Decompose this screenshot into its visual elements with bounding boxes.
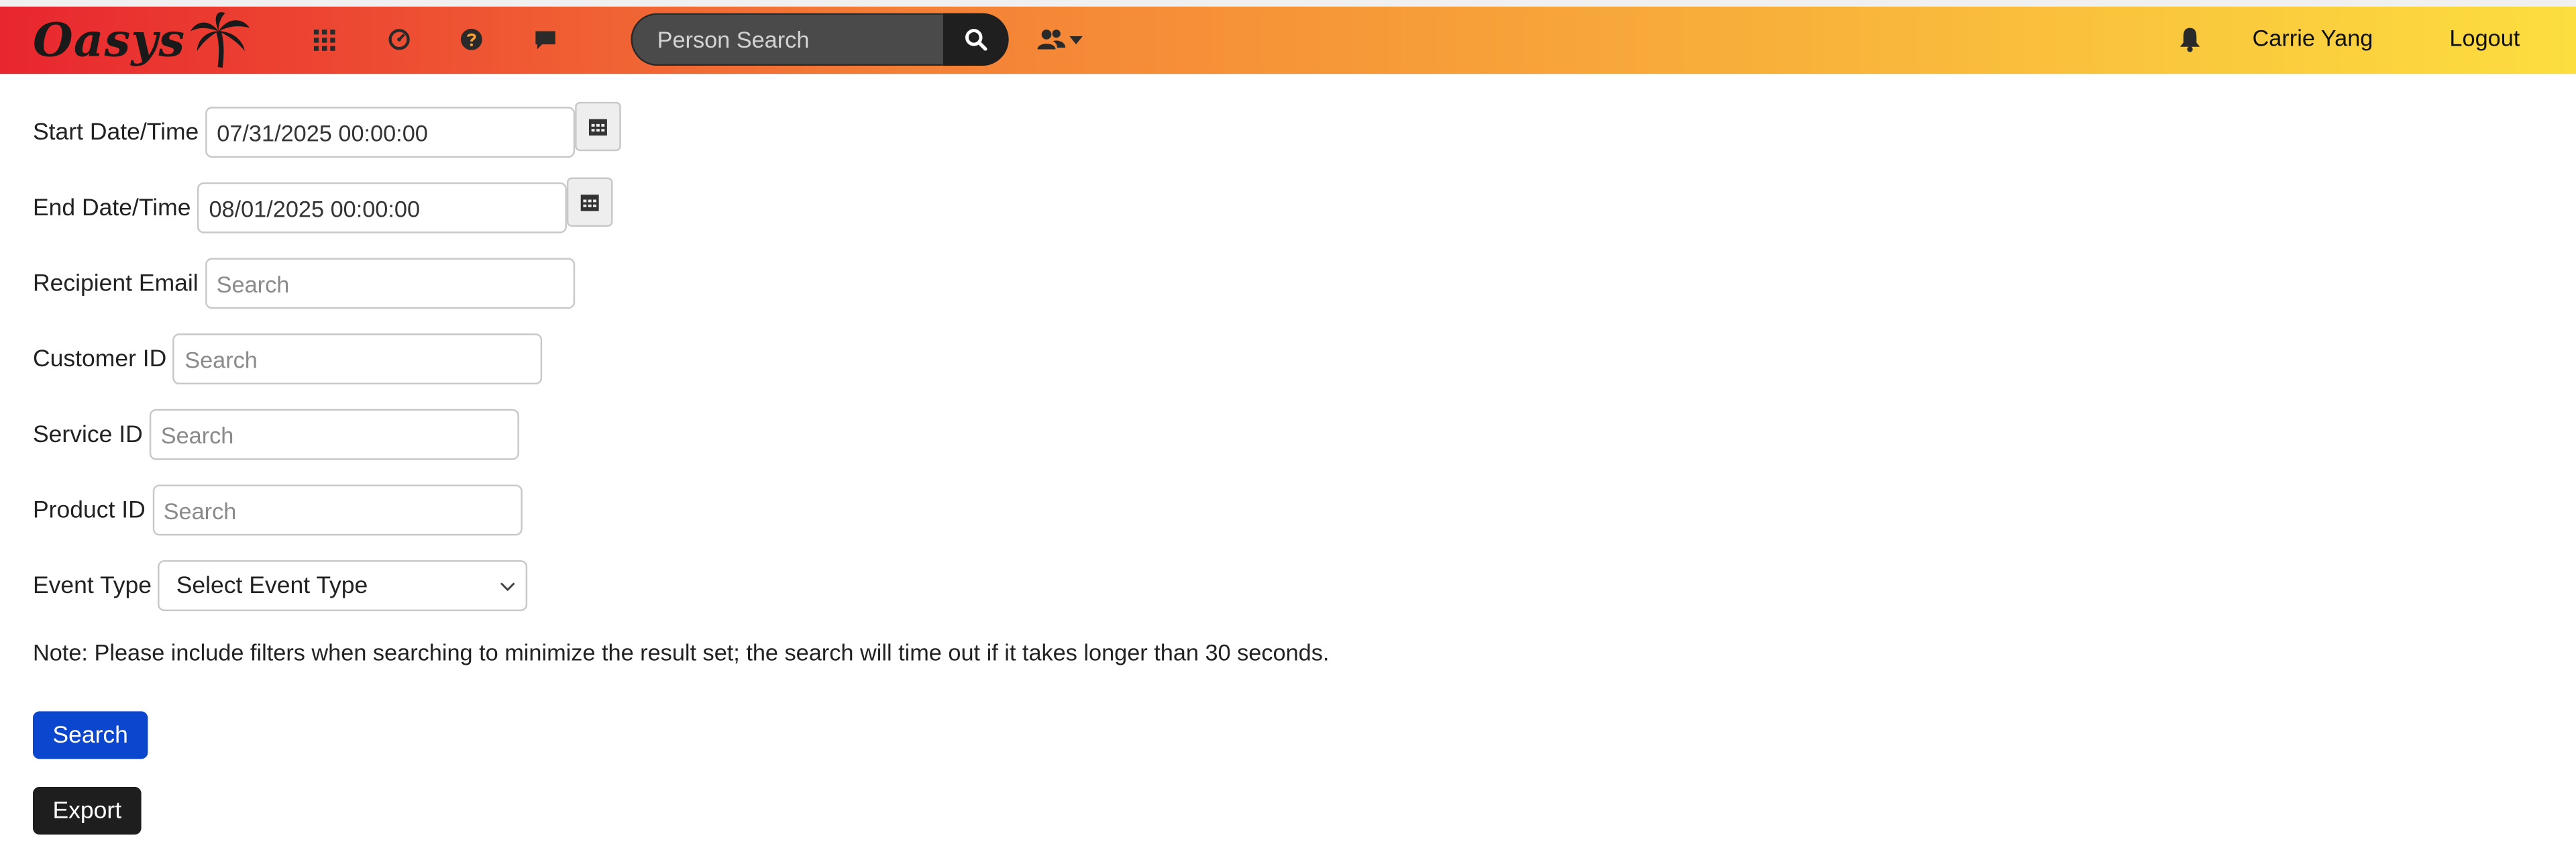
event-type-selected: Select Event Type [176, 572, 368, 599]
event-type-select[interactable]: Select Event Type [158, 560, 528, 612]
caret-down-icon [1069, 35, 1083, 44]
search-note: Note: Please include filters when search… [32, 639, 1330, 665]
product-id-input[interactable] [152, 484, 522, 536]
person-search-button[interactable] [943, 13, 1009, 66]
customer-id-label: Customer ID [32, 345, 167, 372]
end-datetime-label: End Date/Time [32, 195, 191, 221]
event-type-row: Event Type Select Event Type [32, 560, 528, 612]
calendar-icon [581, 193, 600, 211]
chevron-down-icon [500, 582, 516, 591]
start-calendar-button[interactable] [575, 101, 621, 151]
search-icon [965, 29, 987, 51]
apps-grid-icon[interactable] [309, 25, 338, 54]
service-id-input[interactable] [149, 409, 519, 460]
recipient-email-row: Recipient Email [33, 258, 575, 309]
person-search [631, 13, 1009, 66]
user-name[interactable]: Carrie Yang [2253, 25, 2373, 51]
top-navbar: Oasys Person Search Carrie Yang Logout [0, 6, 2576, 74]
chat-icon[interactable] [531, 25, 560, 54]
bell-icon[interactable] [2178, 26, 2201, 52]
start-datetime-label: Start Date/Time [32, 119, 199, 146]
logo[interactable]: Oasys [33, 11, 251, 70]
palm-tree-icon [190, 12, 250, 68]
start-datetime-row: Start Date/Time [32, 101, 621, 158]
top-border [0, 0, 2576, 7]
logo-text: Oasys [32, 13, 186, 68]
start-datetime-input[interactable] [205, 107, 576, 158]
customer-id-input[interactable] [173, 333, 543, 385]
help-icon[interactable] [457, 25, 486, 54]
end-datetime-input[interactable] [197, 182, 568, 233]
logout-link[interactable]: Logout [2449, 25, 2520, 51]
search-button[interactable]: Search [32, 711, 148, 759]
product-id-label: Product ID [32, 496, 146, 524]
service-id-label: Service ID [32, 421, 143, 448]
event-type-label: Event Type [32, 572, 152, 599]
export-button[interactable]: Export [32, 787, 142, 835]
product-id-row: Product ID [32, 484, 522, 536]
person-search-input[interactable] [631, 13, 943, 66]
dashboard-gauge-icon[interactable] [384, 25, 414, 54]
recipient-email-input[interactable] [205, 258, 575, 309]
recipient-email-label: Recipient Email [32, 270, 199, 297]
page: Oasys Person Search Carrie Yang Logout S… [0, 0, 2576, 843]
users-icon [1037, 30, 1066, 50]
service-id-row: Service ID [33, 409, 519, 460]
people-menu-dropdown[interactable] [1036, 25, 1083, 54]
end-datetime-row: End Date/Time [32, 176, 613, 233]
end-calendar-button[interactable] [567, 176, 613, 226]
calendar-icon [588, 118, 607, 135]
customer-id-row: Customer ID [32, 333, 543, 385]
